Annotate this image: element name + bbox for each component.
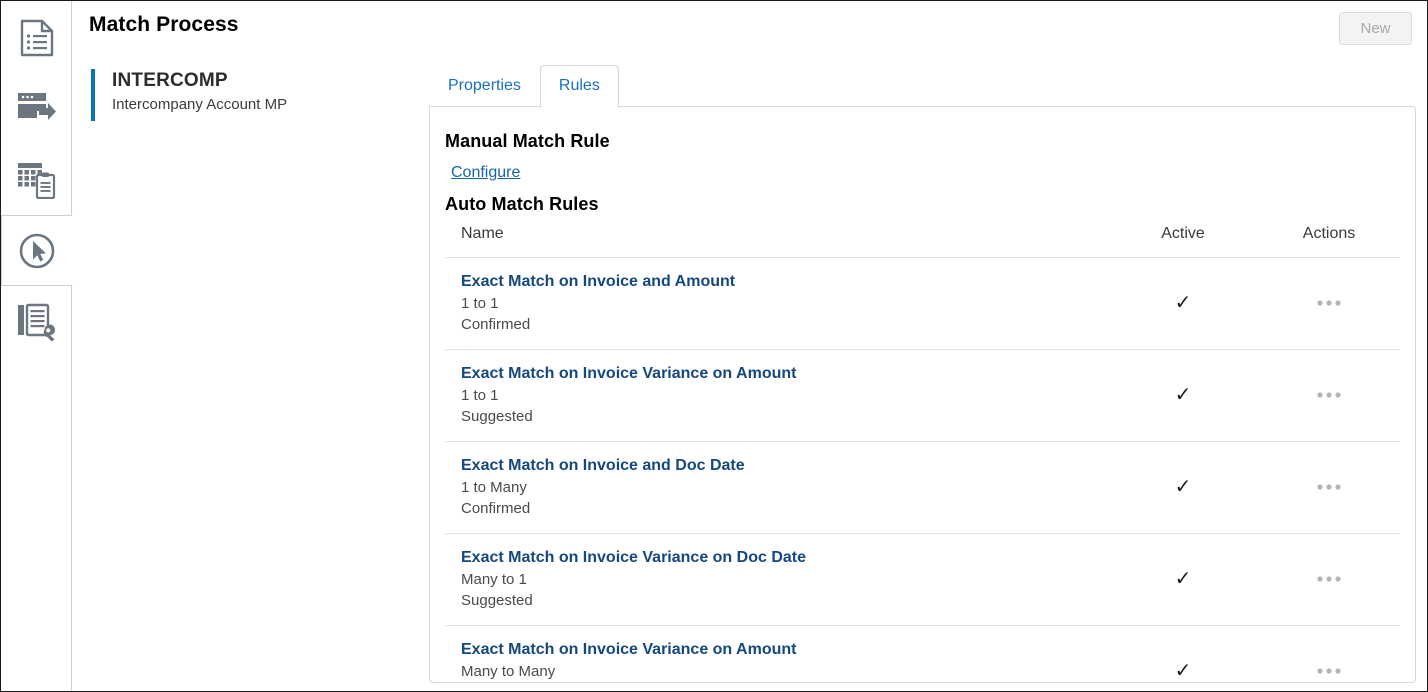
rule-name-link[interactable]: Exact Match on Invoice Variance on Doc D… xyxy=(461,547,806,569)
rule-status: Suggested xyxy=(461,408,533,425)
document-list-icon xyxy=(20,19,54,57)
document-wrench-icon xyxy=(17,303,57,341)
rule-cardinality: 1 to 1 xyxy=(461,387,499,404)
rule-name-link[interactable]: Exact Match on Invoice Variance on Amoun… xyxy=(461,639,796,661)
check-icon: ✓ xyxy=(1174,291,1192,314)
auto-match-rules-heading: Auto Match Rules xyxy=(445,194,599,214)
sidebar-item-document-wrench[interactable] xyxy=(1,286,72,357)
entity-name: INTERCOMP xyxy=(112,70,228,91)
sidebar-icon-rail xyxy=(1,1,73,691)
rule-status: Confirmed xyxy=(461,500,531,517)
table-body: Exact Match on Invoice and Amount 1 to 1 C… xyxy=(445,257,1400,683)
rule-cardinality: 1 to 1 xyxy=(461,295,499,312)
window-export-icon xyxy=(17,92,57,125)
tab-strip: Properties Rules xyxy=(429,63,619,108)
rule-name-link[interactable]: Exact Match on Invoice and Doc Date xyxy=(461,455,745,477)
cell-actions xyxy=(1258,625,1400,682)
check-icon: ✓ xyxy=(1174,383,1192,406)
sidebar-item-grid-clipboard[interactable] xyxy=(1,144,72,215)
application-window: Match Process New INTERCOMP Intercompany… xyxy=(0,0,1428,692)
table-row: Exact Match on Invoice and Doc Date 1 to … xyxy=(445,441,1400,534)
tab-rules[interactable]: Rules xyxy=(539,65,619,108)
column-header-actions: Actions xyxy=(1258,225,1400,258)
check-icon: ✓ xyxy=(1174,475,1192,498)
cursor-circle-icon xyxy=(18,232,56,270)
column-header-active: Active xyxy=(1108,225,1258,258)
column-header-name: Name xyxy=(445,225,1108,258)
ellipsis-icon[interactable] xyxy=(1316,667,1342,675)
cell-actions xyxy=(1258,441,1400,534)
rule-cardinality: Many to 1 xyxy=(461,571,527,588)
auto-match-rules-table: Name Active Actions Exact Match on Invoi… xyxy=(445,225,1400,683)
grid-clipboard-icon xyxy=(17,161,57,199)
rule-cardinality: 1 to Many xyxy=(461,479,527,496)
cell-actions xyxy=(1258,257,1400,350)
cell-active: ✓ xyxy=(1108,533,1258,626)
rule-cardinality: Many to Many xyxy=(461,663,556,680)
cell-active: ✓ xyxy=(1108,441,1258,534)
cell-actions xyxy=(1258,349,1400,442)
entity-subtitle: Intercompany Account MP xyxy=(112,96,288,113)
cell-active: ✓ xyxy=(1108,349,1258,442)
table-header-row: Name Active Actions xyxy=(445,225,1400,258)
sidebar-item-window-export[interactable] xyxy=(1,73,72,144)
rules-content-panel: Manual Match Rule Configure Auto Match R… xyxy=(429,106,1416,683)
manual-match-rule-heading: Manual Match Rule xyxy=(445,131,610,151)
cell-rule-name: Exact Match on Invoice Variance on Doc D… xyxy=(445,533,1108,626)
ellipsis-icon[interactable] xyxy=(1316,483,1342,491)
new-button[interactable]: New xyxy=(1339,12,1412,45)
cell-active: ✓ xyxy=(1108,257,1258,350)
cell-rule-name: Exact Match on Invoice Variance on Amoun… xyxy=(445,349,1108,442)
cell-rule-name: Exact Match on Invoice Variance on Amoun… xyxy=(445,625,1108,683)
cell-rule-name: Exact Match on Invoice and Doc Date 1 to … xyxy=(445,441,1108,534)
rule-status: Suggested xyxy=(461,592,533,609)
cell-actions xyxy=(1258,533,1400,626)
check-icon: ✓ xyxy=(1174,659,1192,682)
rule-name-link[interactable]: Exact Match on Invoice Variance on Amoun… xyxy=(461,363,796,385)
rule-name-link[interactable]: Exact Match on Invoice and Amount xyxy=(461,271,735,293)
check-icon: ✓ xyxy=(1174,567,1192,590)
ellipsis-icon[interactable] xyxy=(1316,391,1342,399)
table-row: Exact Match on Invoice and Amount 1 to 1 C… xyxy=(445,257,1400,350)
sidebar-item-cursor-circle[interactable] xyxy=(1,215,73,286)
rule-status: Confirmed xyxy=(461,316,531,333)
table-row: Exact Match on Invoice Variance on Amoun… xyxy=(445,625,1400,683)
ellipsis-icon[interactable] xyxy=(1316,299,1342,307)
table-header: Name Active Actions xyxy=(445,225,1400,258)
entity-summary: INTERCOMP Intercompany Account MP xyxy=(91,69,391,121)
configure-link[interactable]: Configure xyxy=(451,164,520,182)
tab-properties[interactable]: Properties xyxy=(429,65,540,107)
rule-status: Suggested xyxy=(461,682,1108,683)
page-title: Match Process xyxy=(89,13,239,36)
cell-active: ✓ xyxy=(1108,625,1258,682)
cell-rule-name: Exact Match on Invoice and Amount 1 to 1 C… xyxy=(445,257,1108,350)
sidebar-item-document-list[interactable] xyxy=(1,2,72,73)
table-row: Exact Match on Invoice Variance on Doc D… xyxy=(445,533,1400,626)
ellipsis-icon[interactable] xyxy=(1316,575,1342,583)
table-row: Exact Match on Invoice Variance on Amoun… xyxy=(445,349,1400,442)
